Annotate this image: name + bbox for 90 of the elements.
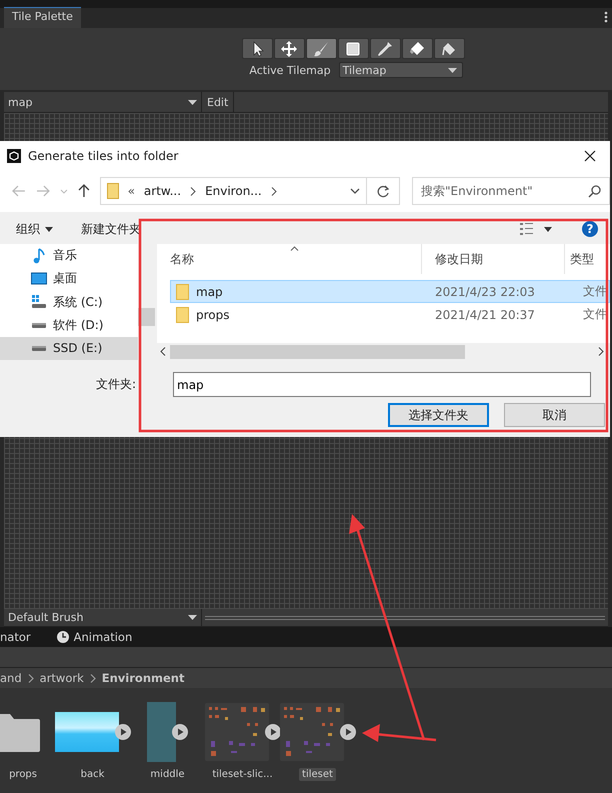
box-tool-button[interactable] xyxy=(338,38,368,59)
move-tool-button[interactable] xyxy=(274,38,304,59)
organize-menu[interactable]: 组织 xyxy=(16,220,59,238)
sidebar-item[interactable]: 桌面 xyxy=(0,267,138,290)
breadcrumb-item[interactable]: and xyxy=(0,671,22,685)
palette-dropdown[interactable]: map xyxy=(4,92,202,112)
column-header[interactable]: 类型 xyxy=(565,244,610,274)
expand-icon[interactable] xyxy=(340,724,356,740)
panel-tab[interactable]: Tile Palette xyxy=(4,7,81,28)
address-crumb[interactable]: Environ... xyxy=(205,184,262,198)
dropdown-caret-icon xyxy=(188,100,197,104)
caret-down-icon xyxy=(45,226,53,232)
caret-down-icon[interactable] xyxy=(544,226,552,232)
panel-tab[interactable]: Animation xyxy=(56,630,138,644)
asset-name[interactable]: props xyxy=(6,768,40,781)
sidebar-item[interactable]: 音乐 xyxy=(0,244,138,268)
breadcrumb-item[interactable]: Environment xyxy=(102,671,184,685)
horizontal-scrollbar[interactable] xyxy=(157,343,610,360)
sprite-sheet-thumbnail[interactable] xyxy=(280,703,344,761)
system-drive-icon xyxy=(31,294,47,310)
breadcrumb-item[interactable]: artwork xyxy=(40,671,84,685)
expand-icon[interactable] xyxy=(172,724,188,740)
desktop-icon xyxy=(31,270,47,287)
active-tilemap-dropdown[interactable]: Tilemap xyxy=(338,62,463,78)
folder-icon xyxy=(106,183,119,199)
eraser-icon xyxy=(409,40,425,56)
expand-icon[interactable] xyxy=(264,724,280,740)
folder-icon xyxy=(176,306,189,322)
sky-image-thumbnail[interactable] xyxy=(54,712,118,752)
eraser-tool-button[interactable] xyxy=(402,38,432,59)
folder-name-field[interactable]: map xyxy=(173,372,591,397)
more-options-icon[interactable] xyxy=(604,11,608,23)
select-folder-button[interactable]: 选择文件夹 xyxy=(388,403,489,427)
sidebar-item[interactable]: SSD (E:) xyxy=(0,336,138,360)
sidebar-item[interactable]: 系统 (C:) xyxy=(0,290,138,314)
dropdown-caret-icon xyxy=(448,68,457,72)
folder-label: 文件夹: xyxy=(94,376,136,393)
asset-name[interactable]: tileset-slic... xyxy=(209,768,276,781)
overflow-chevron[interactable]: « xyxy=(128,184,135,198)
dropdown-caret-icon xyxy=(188,615,197,620)
sidebar-item[interactable]: 软件 (D:) xyxy=(0,314,138,337)
address-crumb[interactable]: artw... xyxy=(144,184,182,198)
asset-name[interactable]: back xyxy=(78,768,108,781)
dialog-title: Generate tiles into folder xyxy=(28,148,180,162)
brush-tool-button[interactable] xyxy=(306,38,336,59)
view-list-icon[interactable] xyxy=(520,223,536,235)
clock-icon xyxy=(56,631,69,643)
chevron-right-icon xyxy=(28,674,34,682)
brush-icon xyxy=(313,40,329,56)
search-field[interactable]: 搜索"Environment" xyxy=(412,177,610,205)
select-tool-button[interactable] xyxy=(242,38,272,59)
box-icon xyxy=(345,40,361,56)
refresh-button[interactable] xyxy=(366,177,400,205)
scroll-left-icon[interactable] xyxy=(160,347,166,356)
drive-icon xyxy=(32,346,46,351)
active-tilemap-label: Active Tilemap xyxy=(249,64,331,76)
help-button[interactable]: ? xyxy=(582,221,598,237)
splitter-handle[interactable] xyxy=(205,616,605,620)
scroll-right-icon[interactable] xyxy=(598,347,604,356)
asset-name[interactable]: tileset xyxy=(299,768,336,781)
refresh-icon xyxy=(376,184,390,198)
column-header[interactable]: 名称 xyxy=(157,244,422,274)
sprite-sheet-thumbnail[interactable] xyxy=(204,703,268,761)
app-logo-icon xyxy=(7,148,21,162)
fill-icon xyxy=(441,40,457,56)
fill-tool-button[interactable] xyxy=(434,38,464,59)
chevron-right-icon xyxy=(90,674,96,682)
drive-icon xyxy=(32,322,46,328)
dropdown-caret-icon[interactable] xyxy=(350,188,360,194)
music-note-icon xyxy=(31,248,47,264)
expand-icon[interactable] xyxy=(114,724,130,740)
search-icon xyxy=(588,185,601,198)
chevron-right-icon[interactable] xyxy=(270,186,277,196)
column-header[interactable]: 修改日期 xyxy=(422,244,565,274)
sort-caret-icon xyxy=(290,246,299,251)
picker-icon xyxy=(377,40,393,56)
tall-image-thumbnail[interactable] xyxy=(147,702,176,762)
move-icon xyxy=(281,40,297,56)
up-arrow-icon[interactable] xyxy=(78,184,90,198)
edit-button[interactable]: Edit xyxy=(202,92,234,112)
folder-icon xyxy=(176,284,189,300)
new-folder-button[interactable]: 新建文件夹 xyxy=(81,220,147,238)
asset-name[interactable]: middle xyxy=(147,768,188,781)
picker-tool-button[interactable] xyxy=(370,38,400,59)
cancel-button[interactable]: 取消 xyxy=(504,403,605,427)
folder-icon[interactable] xyxy=(0,712,40,752)
address-bar[interactable]: « artw... Environ... xyxy=(100,177,368,205)
chevron-right-icon[interactable] xyxy=(190,186,196,196)
panel-tab[interactable]: nator xyxy=(0,630,37,644)
close-icon xyxy=(584,150,596,162)
